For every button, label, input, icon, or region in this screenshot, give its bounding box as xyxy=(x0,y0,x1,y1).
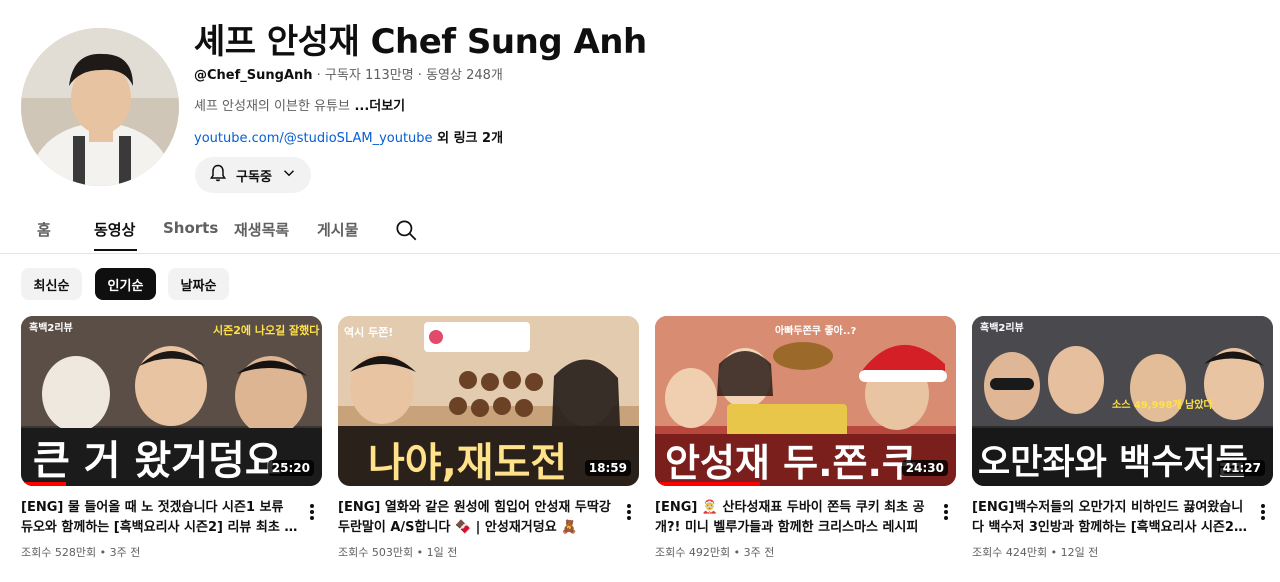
channel-tabs: 홈 동영상 Shorts 재생목록 게시물 xyxy=(0,205,1280,254)
watch-progress xyxy=(655,482,761,486)
video-thumbnail[interactable]: 아빠두쫀쿠 좋아..? 안성재 두.쫀.쿠 24:30 xyxy=(655,316,956,486)
tab-posts[interactable]: 게시물 xyxy=(317,219,358,240)
more-actions-icon[interactable] xyxy=(1258,502,1268,522)
tab-shorts[interactable]: Shorts xyxy=(163,219,218,237)
video-card[interactable]: 역시 두쫀! 나야,재도전 18:59 [ENG] 열화와 같은 원성에 힘입어… xyxy=(338,316,639,559)
description-text: 셰프 안성재의 이븐한 유튜브 xyxy=(194,99,350,114)
video-card[interactable]: 아빠두쫀쿠 좋아..? 안성재 두.쫀.쿠 24:30 [ENG] 🤶 산타성재… xyxy=(655,316,956,559)
video-duration: 24:30 xyxy=(901,460,948,476)
thumb-caption: 역시 두쫀! xyxy=(344,325,393,339)
tab-playlists[interactable]: 재생목록 xyxy=(234,219,289,240)
subscribed-button[interactable]: 구독중 xyxy=(195,157,311,193)
tab-videos[interactable]: 동영상 xyxy=(94,219,135,240)
channel-meta: @Chef_SungAnh · 구독자 113만명 · 동영상 248개 xyxy=(194,64,503,83)
channel-handle: @Chef_SungAnh xyxy=(194,68,313,83)
thumb-headline: 안성재 두.쫀.쿠 xyxy=(665,441,917,485)
thumb-headline: 오만좌와 백수저들 xyxy=(978,443,1248,483)
subscribe-label: 구독중 xyxy=(236,169,272,185)
video-duration: 18:59 xyxy=(584,460,631,476)
thumb-caption: 아빠두쫀쿠 좋아..? xyxy=(775,324,856,337)
more-actions-icon[interactable] xyxy=(307,502,317,522)
more-actions-icon[interactable] xyxy=(941,502,951,522)
video-duration: 41:27 xyxy=(1218,460,1265,476)
video-stats: 조회수 528만회 • 3주 전 xyxy=(21,546,141,559)
tab-home[interactable]: 홈 xyxy=(37,219,51,240)
video-stats: 조회수 503만회 • 1일 전 xyxy=(338,546,458,559)
more-link[interactable]: ...더보기 xyxy=(350,99,405,114)
video-card[interactable]: 흑백2리뷰 소스 49,998개 남았다 오만좌와 백수저들 41:27 [EN… xyxy=(972,316,1273,559)
chevron-down-icon xyxy=(280,164,298,186)
video-thumbnail[interactable]: 역시 두쫀! 나야,재도전 18:59 xyxy=(338,316,639,486)
channel-name: 셰프 안성재 Chef Sung Anh xyxy=(194,22,647,62)
video-thumbnail[interactable]: 흑백2리뷰 소스 49,998개 남았다 오만좌와 백수저들 41:27 xyxy=(972,316,1273,486)
channel-description: 셰프 안성재의 이븐한 유튜브 ...더보기 xyxy=(194,95,405,114)
video-duration: 25:20 xyxy=(267,460,314,476)
chip-oldest[interactable]: 날짜순 xyxy=(168,268,229,300)
bell-icon xyxy=(208,163,228,187)
video-thumbnail[interactable]: 흑백2리뷰 시즌2에 나오길 잘했다 큰 거 왔거덩요 25:20 xyxy=(21,316,322,486)
channel-avatar[interactable] xyxy=(21,28,179,186)
chip-popular[interactable]: 인기순 xyxy=(95,268,156,300)
video-stats: 조회수 424만회 • 12일 전 xyxy=(972,546,1099,559)
thumb-headline: 큰 거 왔거덩요 xyxy=(33,438,282,484)
more-actions-icon[interactable] xyxy=(624,502,634,522)
thumb-headline: 나야,재도전 xyxy=(368,440,567,486)
thumb-tag: 흑백2리뷰 xyxy=(980,321,1024,334)
thumb-caption: 시즌2에 나오길 잘했다 xyxy=(213,323,320,337)
channel-stats: · 구독자 113만명 · 동영상 248개 xyxy=(312,68,503,83)
watch-progress xyxy=(21,482,67,486)
more-links[interactable]: 외 링크 2개 xyxy=(433,131,503,146)
thumb-caption: 소스 49,998개 남았다 xyxy=(1112,398,1214,411)
search-icon[interactable] xyxy=(393,217,419,243)
video-card[interactable]: 흑백2리뷰 시즌2에 나오길 잘했다 큰 거 왔거덩요 25:20 [ENG] … xyxy=(21,316,322,559)
channel-link-url[interactable]: youtube.com/@studioSLAM_youtube xyxy=(194,131,433,146)
video-title[interactable]: [ENG] 🤶 산타성재표 두바이 쫀득 쿠키 최초 공개?! 미니 벨루가들과… xyxy=(655,498,933,538)
thumb-tag: 흑백2리뷰 xyxy=(29,321,73,334)
video-title[interactable]: [ENG] 열화와 같은 원성에 힘입어 안성재 두딱강 두란말이 A/S합니다… xyxy=(338,498,616,538)
active-tab-indicator xyxy=(94,249,137,251)
avatar-image xyxy=(21,28,179,186)
video-title[interactable]: [ENG]백수저들의 오만가지 비하인드 끓여왔습니다 백수저 3인방과 함께하… xyxy=(972,498,1250,538)
chip-latest[interactable]: 최신순 xyxy=(21,268,82,300)
video-title[interactable]: [ENG] 물 들어올 때 노 젓겠습니다 시즌1 보류 듀오와 함께하는 [흑… xyxy=(21,498,299,538)
channel-links: youtube.com/@studioSLAM_youtube 외 링크 2개 xyxy=(194,127,503,146)
video-stats: 조회수 492만회 • 3주 전 xyxy=(655,546,775,559)
